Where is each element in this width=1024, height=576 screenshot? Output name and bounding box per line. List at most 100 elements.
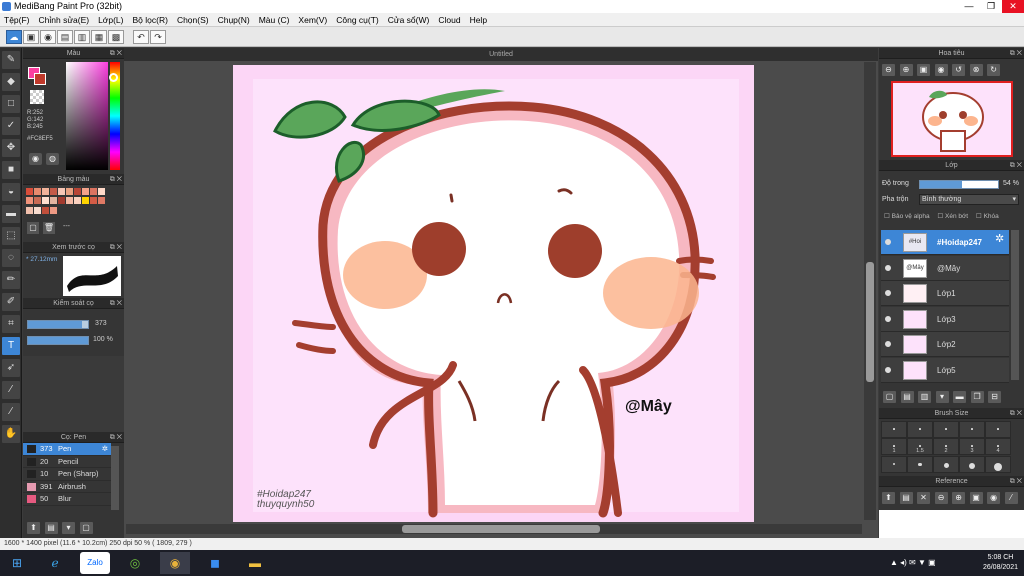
brush-opacity-value[interactable]: 100 %: [93, 336, 113, 343]
brush-opacity-slider[interactable]: [27, 336, 89, 345]
layer-row[interactable]: Lớp5: [881, 357, 1009, 383]
palette-swatch[interactable]: [50, 206, 57, 214]
brush-size-slider[interactable]: [27, 320, 89, 329]
canvas-vertical-scrollbar[interactable]: [864, 62, 876, 520]
tab-untitled[interactable]: Untitled: [124, 48, 878, 61]
brush-size-cell[interactable]: [881, 455, 907, 473]
fit-icon[interactable]: ▣: [917, 64, 931, 76]
ref-close-icon[interactable]: ✕: [917, 492, 931, 504]
reference-view[interactable]: [879, 510, 1024, 538]
panel-icon[interactable]: ▥: [74, 29, 90, 44]
grid-icon[interactable]: ▩: [108, 29, 124, 44]
palette-swatch[interactable]: [42, 206, 49, 214]
brush-size-value[interactable]: 373: [95, 320, 107, 327]
dropper-icon[interactable]: ∕: [2, 403, 20, 421]
hue-ring-marker[interactable]: [109, 73, 118, 82]
eye-icon[interactable]: [885, 341, 891, 347]
select-rect-icon[interactable]: □: [2, 95, 20, 113]
brush-item[interactable]: 391 Airbrush: [23, 481, 111, 493]
secondary-color-swatch[interactable]: [34, 73, 46, 85]
chrome-icon[interactable]: ◉: [160, 552, 190, 574]
menu-capture[interactable]: Chụp(N): [218, 15, 250, 25]
palette-swatch[interactable]: [26, 188, 33, 195]
palette-swatch[interactable]: [34, 197, 41, 205]
maximize-button[interactable]: ❐: [980, 0, 1002, 13]
save-icon[interactable]: ▣: [23, 29, 39, 44]
select-eraser-icon[interactable]: ✐: [2, 293, 20, 311]
layout-icon[interactable]: ▦: [91, 29, 107, 44]
brush-size-cell[interactable]: 1.5: [907, 438, 933, 456]
menu-edit[interactable]: Chỉnh sửa(E): [39, 15, 90, 25]
ref-zoom-out-icon[interactable]: ⊖: [934, 492, 948, 504]
layer-row[interactable]: Lớp1: [881, 281, 1009, 306]
palette-swatch[interactable]: [90, 188, 97, 195]
palette-swatch[interactable]: [50, 188, 57, 195]
duplicate-layer-icon[interactable]: ❐: [970, 391, 984, 403]
eye-icon[interactable]: [885, 290, 891, 296]
menu-color[interactable]: Màu (C): [259, 15, 290, 25]
new-layer-icon[interactable]: ▢: [883, 391, 896, 403]
brush-size-cell[interactable]: [881, 421, 907, 438]
layer-list-scrollbar[interactable]: [1011, 230, 1019, 380]
brush-folder-icon[interactable]: ▤: [44, 522, 58, 534]
layer-row[interactable]: Lớp3: [881, 306, 1009, 332]
protect-alpha-checkbox[interactable]: ☐ Bảo vệ alpha: [884, 213, 930, 220]
delete-layer-icon[interactable]: ⊟: [988, 391, 1002, 403]
ref-folder-icon[interactable]: ▤: [899, 492, 913, 504]
brush-new-icon[interactable]: ▢: [79, 522, 93, 534]
gradient-icon[interactable]: ▬: [2, 205, 20, 223]
close-button[interactable]: ✕: [1002, 0, 1024, 13]
brush-size-cell[interactable]: 1: [881, 438, 907, 456]
antivirus-icon[interactable]: ◎: [120, 552, 150, 574]
eye-icon[interactable]: [885, 239, 891, 245]
palette-swatch[interactable]: [74, 188, 81, 195]
brush-size-cell[interactable]: [933, 455, 959, 473]
layer-row[interactable]: Lớp2: [881, 332, 1009, 357]
palette-swatch[interactable]: [66, 188, 73, 195]
move-icon[interactable]: ✥: [2, 139, 20, 157]
gear-icon[interactable]: ✲: [102, 443, 108, 456]
dotted-select-icon[interactable]: ⬚: [2, 227, 20, 245]
transparent-color-swatch[interactable]: [30, 90, 44, 104]
text-icon[interactable]: T: [2, 337, 20, 355]
lock-checkbox[interactable]: ☐ Khóa: [976, 213, 999, 220]
palette-swatch[interactable]: [58, 188, 65, 195]
add-swatch-icon[interactable]: ▢: [27, 222, 39, 234]
layer-opacity-slider[interactable]: [919, 180, 999, 189]
brush-item[interactable]: 50 Blur: [23, 493, 111, 506]
brush-item[interactable]: 10 Pen (Sharp): [23, 468, 111, 481]
color-wheel-icon[interactable]: ◍: [46, 153, 59, 165]
menu-cloud[interactable]: Cloud: [438, 15, 460, 25]
start-icon[interactable]: ⊞: [2, 552, 32, 574]
palette-swatch[interactable]: [90, 197, 97, 205]
menu-select[interactable]: Chọn(S): [177, 15, 209, 25]
brush-size-cell[interactable]: 4: [985, 438, 1011, 456]
zoom-out-icon[interactable]: ⊖: [882, 64, 895, 76]
rotate-right-icon[interactable]: ↻: [987, 64, 1001, 76]
new-layer-8bit-icon[interactable]: ▤: [900, 391, 914, 403]
hand-icon[interactable]: ✋: [2, 425, 20, 443]
eye-icon[interactable]: [885, 366, 891, 373]
brush-item[interactable]: 373 Pen ✲: [23, 443, 111, 456]
layer-row[interactable]: #Hoi #Hoidap247: [881, 230, 1009, 255]
ref-zoom-in-icon[interactable]: ⊕: [952, 492, 966, 504]
ref-fit-icon[interactable]: ▣: [969, 492, 983, 504]
brush-size-cell[interactable]: [985, 455, 1011, 473]
new-layer-1bit-icon[interactable]: ▥: [918, 391, 932, 403]
brush-options-icon[interactable]: ▾: [62, 522, 76, 534]
vertical-scroll-thumb[interactable]: [866, 262, 874, 382]
ref-eyedropper-icon[interactable]: ⁄: [1004, 492, 1018, 504]
lasso-icon[interactable]: ✓: [2, 117, 20, 135]
zoom-in-icon[interactable]: ⊕: [899, 64, 913, 76]
bucket-icon[interactable]: ◒: [2, 183, 20, 201]
saturation-value-picker[interactable]: [66, 62, 108, 170]
menu-help[interactable]: Help: [470, 15, 487, 25]
brush-size-cell[interactable]: [959, 455, 985, 473]
palette-swatch[interactable]: [26, 206, 33, 214]
crop-icon[interactable]: ⌗: [2, 315, 20, 333]
palette-swatch[interactable]: [42, 188, 49, 195]
menu-layer[interactable]: Lớp(L): [98, 15, 123, 25]
eye-icon[interactable]: [885, 264, 891, 271]
layer-row[interactable]: @Mây @Mây: [881, 255, 1009, 281]
menu-tools[interactable]: Công cụ(T): [336, 15, 379, 25]
